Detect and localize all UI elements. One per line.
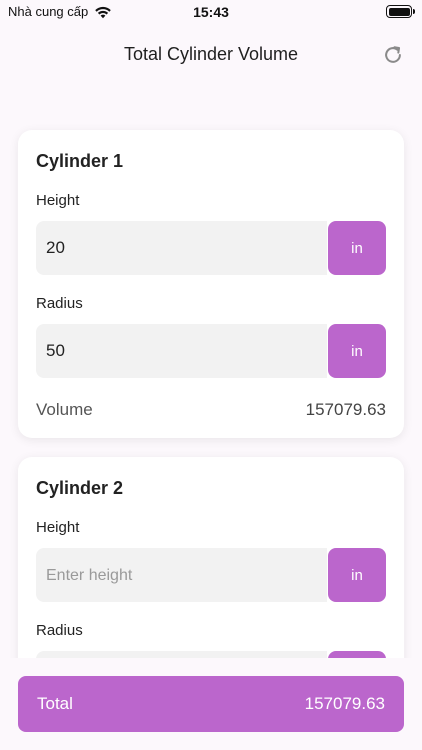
radius-field-row: in <box>36 324 386 378</box>
total-label: Total <box>37 694 73 713</box>
height-unit-button[interactable]: in <box>328 221 386 275</box>
cylinder-card: Cylinder 1 Height in Radius in Volume 15… <box>18 130 404 438</box>
app-screen: Nhà cung cấp 15:43 Total Cylinder Volume… <box>0 0 422 750</box>
radius-input[interactable] <box>36 324 327 378</box>
total-bar: Total 157079.63 <box>18 676 404 732</box>
height-field-row: in <box>36 548 386 602</box>
height-input[interactable] <box>36 548 327 602</box>
page-title: Total Cylinder Volume <box>123 44 299 64</box>
cylinder-title: Cylinder 1 <box>36 151 124 171</box>
battery-icon <box>386 5 415 18</box>
volume-row: Volume 157079.63 <box>36 399 386 421</box>
app-header: Total Cylinder Volume <box>0 38 422 72</box>
height-unit-button[interactable]: in <box>328 548 386 602</box>
radius-unit-button[interactable]: in <box>328 324 386 378</box>
status-time: 15:43 <box>193 4 229 20</box>
refresh-button[interactable] <box>380 42 406 68</box>
volume-label: Volume <box>36 400 93 419</box>
radius-label: Radius <box>36 295 83 312</box>
status-bar: Nhà cung cấp 15:43 <box>0 0 422 26</box>
refresh-icon <box>385 46 401 63</box>
height-label: Height <box>36 192 80 209</box>
radius-label: Radius <box>36 622 83 639</box>
battery-level <box>388 7 410 16</box>
height-label: Height <box>36 519 80 536</box>
cylinder-title: Cylinder 2 <box>36 478 124 498</box>
volume-value: 157079.63 <box>305 400 386 419</box>
height-input[interactable] <box>36 221 327 275</box>
total-value: 157079.63 <box>304 694 385 713</box>
height-field-row: in <box>36 221 386 275</box>
